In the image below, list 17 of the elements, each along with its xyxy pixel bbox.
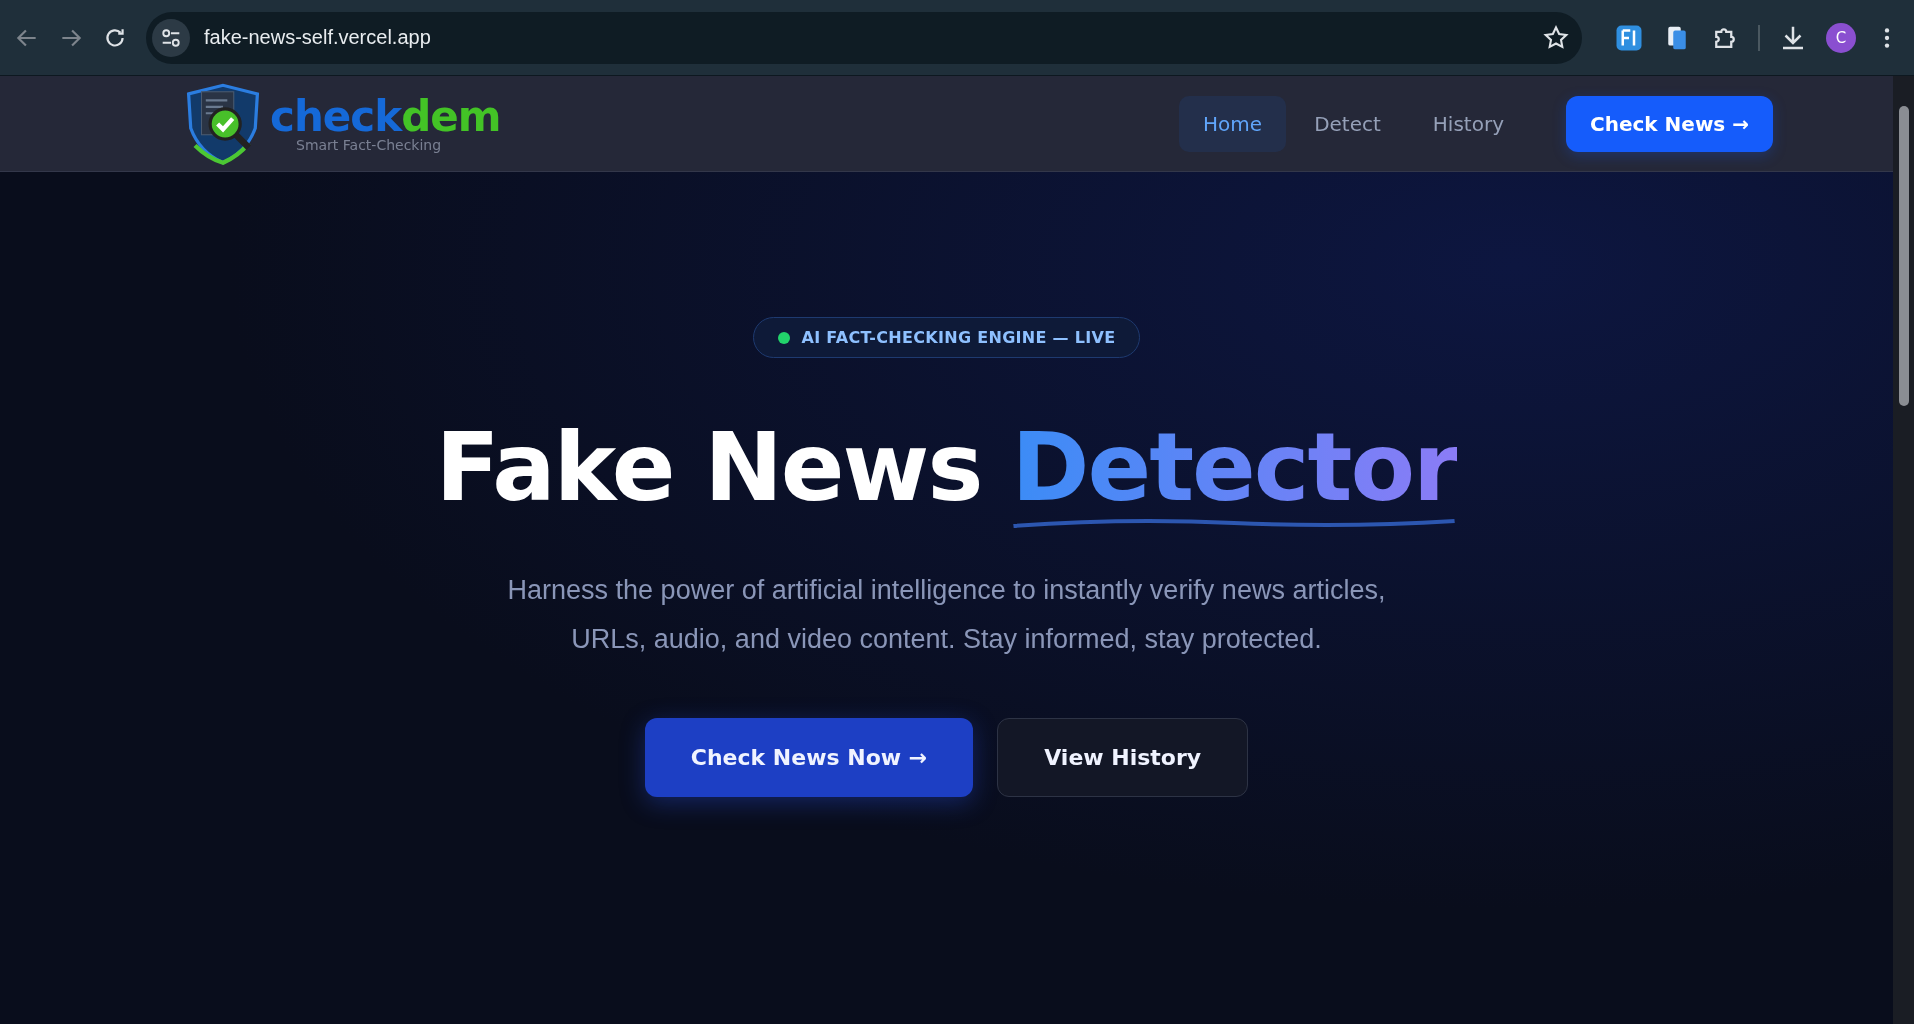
nav-link[interactable]: Home [1179, 95, 1287, 152]
address-bar[interactable]: fake-news-self.vercel.app [146, 11, 1582, 64]
profile-avatar[interactable]: C [1826, 22, 1856, 53]
brand-tagline: Smart Fact-Checking [296, 137, 443, 152]
check-news-now-button[interactable]: Check News Now → [644, 718, 974, 798]
hero-description: Harness the power of artificial intelligence to instantly verify news articles, URLs, audio, and video content. Stay informed, stay protected. [506, 574, 1387, 657]
badge-text: AI FACT-CHECKING ENGINE — LIVE [801, 328, 1116, 347]
check-news-button[interactable]: Check News → [1566, 95, 1773, 152]
scrollbar[interactable] [1893, 76, 1914, 1024]
view-history-button[interactable]: View History [997, 718, 1249, 798]
nav-link[interactable]: History [1408, 95, 1528, 152]
star-icon[interactable] [1542, 23, 1570, 52]
brand-name: checkdem [270, 95, 501, 138]
url-text: fake-news-self.vercel.app [204, 26, 432, 49]
site-settings-icon[interactable] [152, 18, 190, 57]
hero-title: Fake News [435, 414, 982, 524]
nav-link[interactable]: Detect [1290, 95, 1405, 152]
